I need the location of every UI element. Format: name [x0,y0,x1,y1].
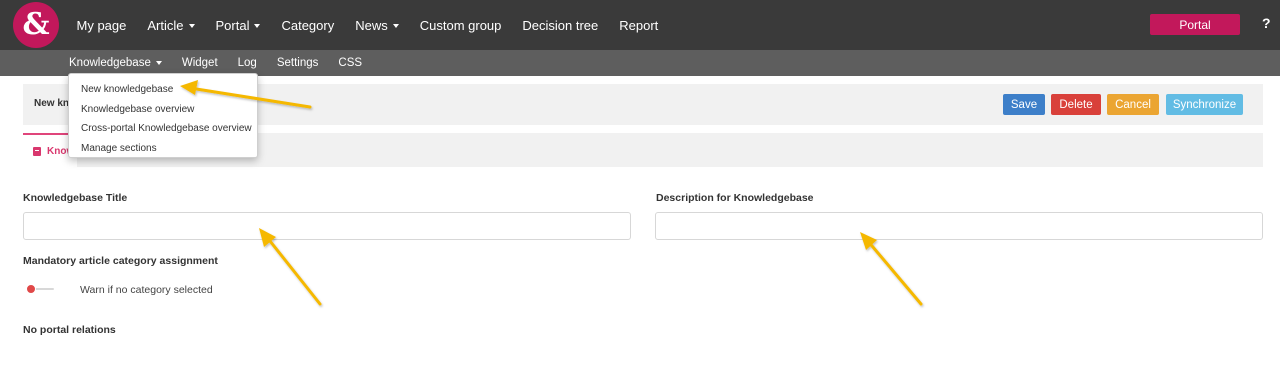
top-navbar: & My page Article Portal Category News C… [0,0,1280,50]
nav-label: Report [619,17,659,33]
menu-item-cross-portal-overview[interactable]: Cross-portal Knowledgebase overview [69,119,257,139]
subnav-label: Settings [276,57,319,69]
menu-item-manage-sections[interactable]: Manage sections [69,139,257,159]
knowledgebase-dropdown-menu: New knowledgebase Knowledgebase overview… [68,73,258,158]
main-nav: My page Article Portal Category News Cus… [66,0,669,50]
nav-custom-group[interactable]: Custom group [409,18,512,33]
subnav-css[interactable]: CSS [328,50,372,76]
warn-no-category-label: Warn if no category selected [80,284,213,296]
nav-news[interactable]: News [345,18,410,33]
help-icon[interactable]: ? [1262,15,1271,31]
nav-label: Article [147,17,184,33]
warn-no-category-toggle[interactable] [26,284,54,294]
title-input[interactable] [23,212,631,240]
nav-label: My page [76,17,127,33]
description-label: Description for Knowledgebase [656,192,814,204]
cancel-button[interactable]: Cancel [1107,94,1159,115]
toggle-knob [26,284,36,294]
annotation-arrow-description [860,232,923,306]
logo-glyph: & [22,7,50,42]
nav-decision-tree[interactable]: Decision tree [512,18,609,33]
nav-portal[interactable]: Portal [205,18,271,33]
toolbar-title: New kn [34,98,70,109]
synchronize-button[interactable]: Synchronize [1166,94,1243,115]
nav-my-page[interactable]: My page [66,18,137,33]
title-label: Knowledgebase Title [23,192,128,204]
nav-report[interactable]: Report [609,18,669,33]
nav-label: Decision tree [522,17,599,33]
subnav-label: Knowledgebase [69,57,151,69]
brand-logo[interactable]: & [13,2,59,48]
save-button[interactable]: Save [1003,94,1045,115]
delete-button[interactable]: Delete [1051,94,1101,115]
subnav-label: Widget [181,57,218,69]
nav-article[interactable]: Article [137,18,205,33]
portal-relations-text: No portal relations [23,324,116,336]
subnav-settings[interactable]: Settings [267,50,329,76]
caret-down-icon [392,24,399,29]
subnav-label: Log [237,57,257,69]
nav-label: Custom group [419,17,502,33]
nav-label: Portal [215,17,250,33]
nav-label: News [355,17,388,33]
portal-button[interactable]: Portal [1150,14,1240,35]
caret-down-icon [188,24,195,29]
menu-item-new-knowledgebase[interactable]: New knowledgebase [69,80,257,100]
caret-down-icon [254,24,261,29]
nav-category[interactable]: Category [271,18,345,33]
nav-label: Category [281,17,335,33]
subnav-label: CSS [338,57,363,69]
mandatory-category-label: Mandatory article category assignment [23,255,218,267]
description-input[interactable] [655,212,1263,240]
caret-down-icon [155,61,162,65]
menu-item-knowledgebase-overview[interactable]: Knowledgebase overview [69,100,257,120]
book-icon [33,146,41,156]
